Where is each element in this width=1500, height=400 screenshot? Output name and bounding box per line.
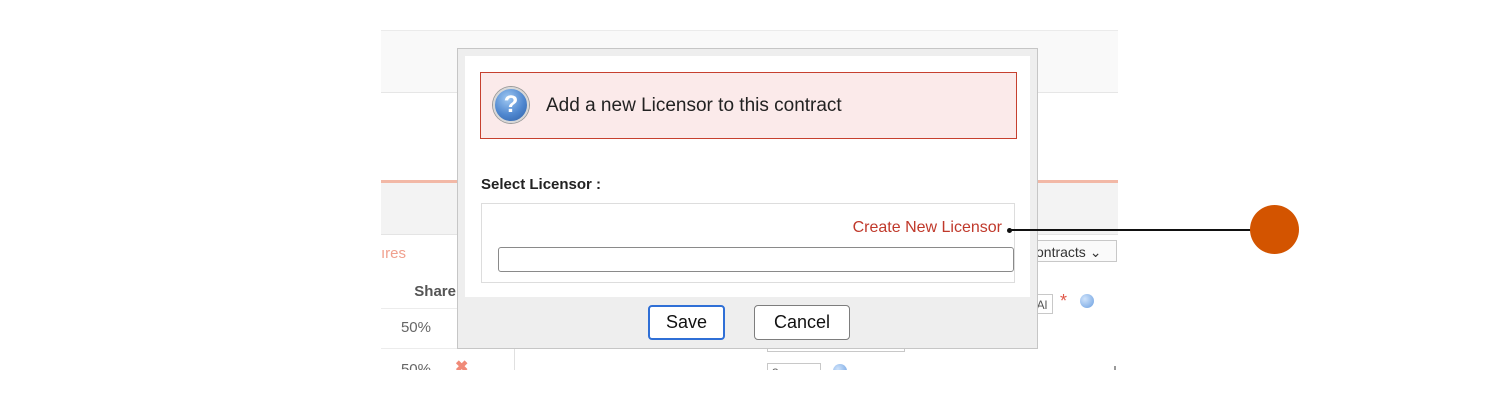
dialog-alert: ? Add a new Licensor to this contract [480,72,1017,139]
required-asterisk: * [1060,291,1068,311]
share-value: 50% [400,361,431,370]
add-licensor-dialog: ? Add a new Licensor to this contract Se… [457,48,1038,349]
question-icon: ? [493,87,529,123]
create-new-licensor-link[interactable]: Create New Licensor [853,219,1002,237]
scroll-indicator [1114,366,1116,370]
help-icon[interactable] [833,364,847,370]
background-tab-label[interactable]: ıres [381,245,406,262]
save-button[interactable]: Save [648,305,725,340]
select-licensor-label: Select Licensor : [481,176,602,193]
share-column-header: Share [414,283,456,300]
contracts-select[interactable]: ontracts ⌄ [1031,240,1117,262]
alert-message: Add a new Licensor to this contract [546,95,842,116]
cancel-button[interactable]: Cancel [754,305,850,340]
callout-line [1010,229,1251,231]
delete-icon[interactable]: ✖ [455,357,468,370]
callout-marker [1250,205,1299,254]
licensor-search-input[interactable] [498,247,1014,272]
dialog-body: ? Add a new Licensor to this contract Se… [465,56,1030,297]
background-number-field[interactable]: 3 [767,363,821,370]
share-value: 50% [400,319,431,336]
help-icon[interactable] [1080,294,1094,308]
licensor-picker: Create New Licensor [481,203,1015,283]
